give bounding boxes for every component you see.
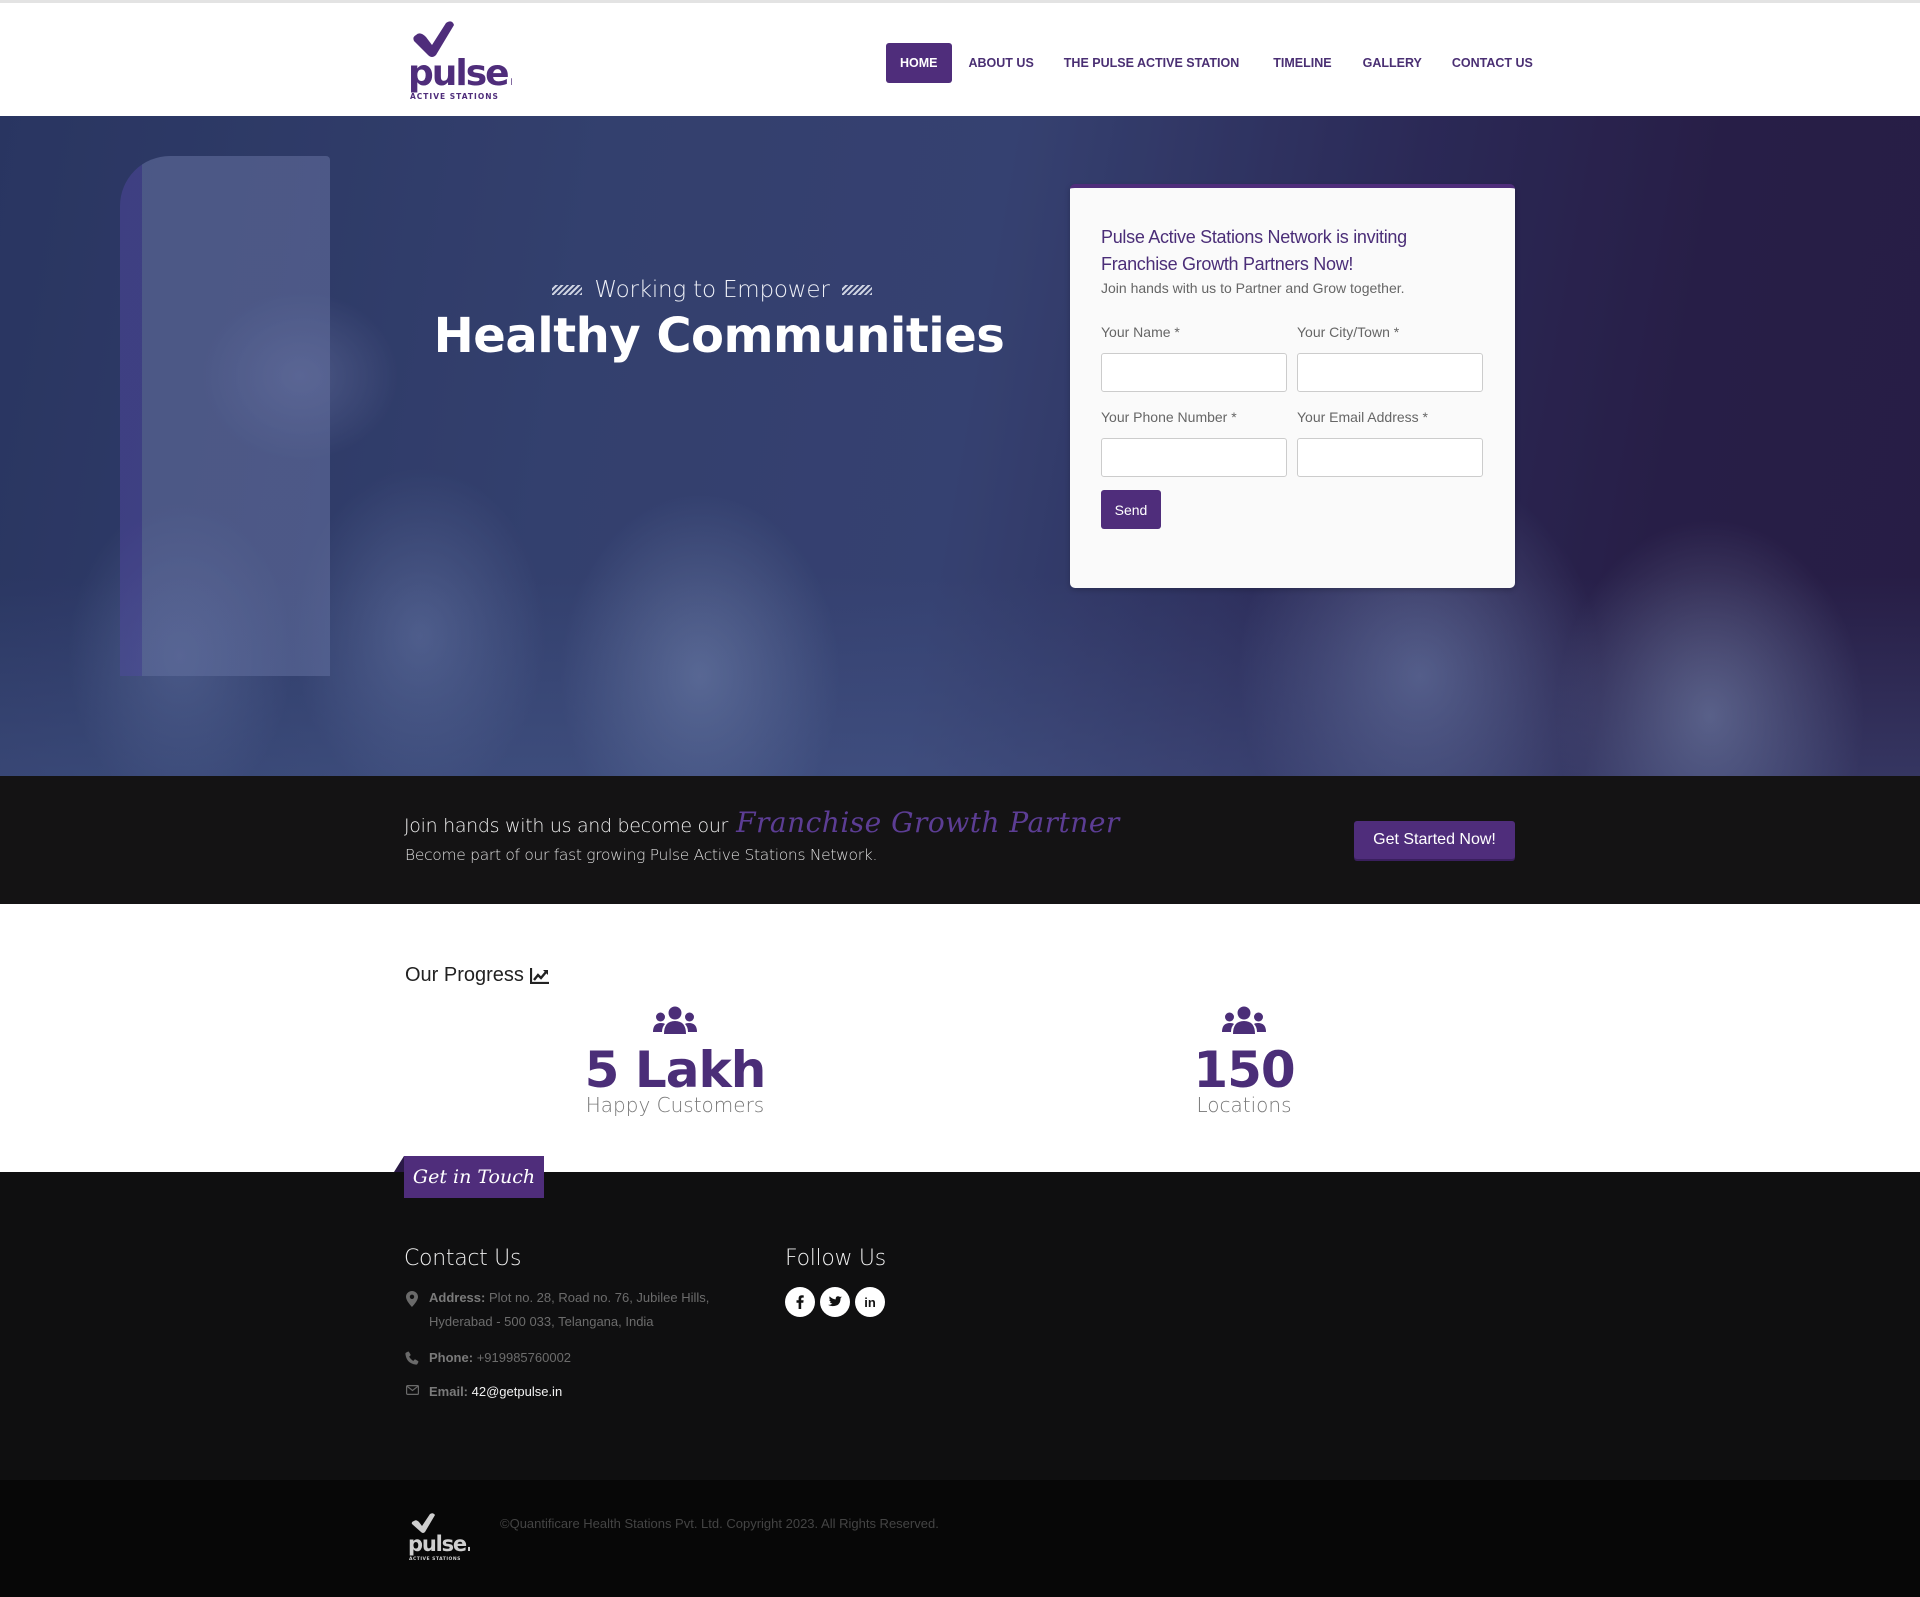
progress-heading: Our Progress [405, 964, 550, 987]
nav-pulse-active-station[interactable]: THE PULSE ACTIVE STATION [1051, 43, 1252, 83]
stat-customers: 5 Lakh Happy Customers [545, 1006, 805, 1116]
users-icon [653, 1006, 697, 1034]
name-label: Your Name * [1101, 324, 1180, 340]
twitter-link[interactable] [820, 1287, 850, 1317]
cta-subtext: Become part of our fast growing Pulse Ac… [405, 846, 878, 864]
progress-title-text: Our Progress [405, 964, 524, 986]
address-line1: Plot no. 28, Road no. 76, Jubilee Hills, [488, 1290, 710, 1305]
facebook-link[interactable] [785, 1287, 815, 1317]
get-started-button[interactable]: Get Started Now! [1354, 821, 1515, 859]
nav-gallery[interactable]: GALLERY [1350, 43, 1435, 83]
city-input[interactable] [1297, 353, 1483, 392]
main-nav: HOME ABOUT US THE PULSE ACTIVE STATION T… [886, 43, 1550, 83]
cta-heading: Join hands with us and become our Franch… [404, 806, 1120, 839]
address-line2: Hyderabad - 500 033, Telangana, India [429, 1314, 654, 1329]
email-link[interactable]: 42@getpulse.in [472, 1384, 563, 1399]
site-header: pulse. ACTIVE STATIONS HOME ABOUT US THE… [0, 3, 1920, 116]
city-label: Your City/Town * [1297, 324, 1400, 340]
nav-contact-us[interactable]: CONTACT US [1439, 43, 1546, 83]
tab-fold-decoration [394, 1156, 404, 1172]
contact-address: Address: Plot no. 28, Road no. 76, Jubil… [405, 1286, 709, 1334]
hero-subtitle-text: Working to Empower [594, 277, 830, 303]
form-description: Join hands with us to Partner and Grow t… [1101, 280, 1405, 296]
social-links: in [785, 1287, 885, 1317]
franchise-form-card: Pulse Active Stations Network is invitin… [1070, 184, 1515, 588]
stripe-decoration [841, 285, 872, 295]
phone-number: +919985760002 [476, 1350, 572, 1365]
stripe-decoration [552, 285, 583, 295]
envelope-icon [405, 1380, 419, 1404]
nav-home[interactable]: HOME [886, 43, 952, 83]
svg-text:pulse.: pulse. [408, 1532, 470, 1556]
footer-logo-icon: pulse. ACTIVE STATIONS [408, 1513, 470, 1562]
hero-subtitle: Working to Empower [552, 270, 872, 310]
hero-banner [0, 116, 1920, 776]
copyright-text: ©Quantificare Health Stations Pvt. Ltd. … [500, 1516, 939, 1531]
contact-phone: Phone: +919985760002 [405, 1346, 571, 1370]
phone-label: Phone: [429, 1350, 474, 1365]
email-label: Your Email Address * [1297, 409, 1428, 425]
stat-locations: 150 Locations [1114, 1006, 1374, 1116]
follow-us-heading: Follow Us [785, 1246, 886, 1271]
get-in-touch-tab: Get in Touch [404, 1156, 544, 1198]
hero-title: Healthy Communities [433, 308, 1005, 364]
twitter-icon [828, 1296, 842, 1307]
line-chart-icon [529, 968, 549, 984]
nav-about-us[interactable]: ABOUT US [956, 43, 1047, 83]
form-title: Pulse Active Stations Network is invitin… [1101, 227, 1407, 274]
hero-fade [0, 576, 1920, 776]
stat-label: Locations [1196, 1093, 1292, 1117]
email-label: Email: [429, 1384, 469, 1399]
phone-label: Your Phone Number * [1101, 409, 1237, 425]
svg-text:pulse.: pulse. [408, 53, 512, 94]
franchise-cta-band: Join hands with us and become our Franch… [0, 776, 1920, 904]
progress-section: Our Progress 5 Lakh Happy Customers 150 [0, 904, 1920, 1172]
contact-email: Email: 42@getpulse.in [405, 1380, 562, 1404]
cta-highlight-text: Franchise Growth Partner [736, 806, 1120, 839]
pulse-logo[interactable]: pulse. ACTIVE STATIONS [408, 19, 512, 103]
linkedin-link[interactable]: in [855, 1287, 885, 1317]
stat-value: 150 [1193, 1041, 1295, 1099]
phone-input[interactable] [1101, 438, 1287, 477]
email-input[interactable] [1297, 438, 1483, 477]
pulse-logo-icon: pulse. ACTIVE STATIONS [408, 21, 512, 101]
name-input[interactable] [1101, 353, 1287, 392]
site-footer [0, 1172, 1920, 1480]
contact-us-heading: Contact Us [404, 1246, 522, 1271]
facebook-icon [796, 1295, 804, 1309]
svg-text:ACTIVE STATIONS: ACTIVE STATIONS [410, 92, 499, 101]
svg-text:ACTIVE STATIONS: ACTIVE STATIONS [409, 1556, 461, 1562]
map-marker-icon [405, 1286, 419, 1334]
address-label: Address: [429, 1290, 486, 1305]
nav-timeline[interactable]: TIMELINE [1260, 43, 1344, 83]
send-button[interactable]: Send [1101, 490, 1161, 529]
phone-icon [405, 1346, 419, 1370]
stat-value: 5 Lakh [584, 1041, 767, 1099]
copyright-bar: pulse. ACTIVE STATIONS ©Quantificare Hea… [0, 1480, 1920, 1597]
users-icon [1222, 1006, 1266, 1034]
cta-lead-text: Join hands with us and become our [404, 815, 729, 837]
linkedin-icon: in [864, 1294, 876, 1310]
